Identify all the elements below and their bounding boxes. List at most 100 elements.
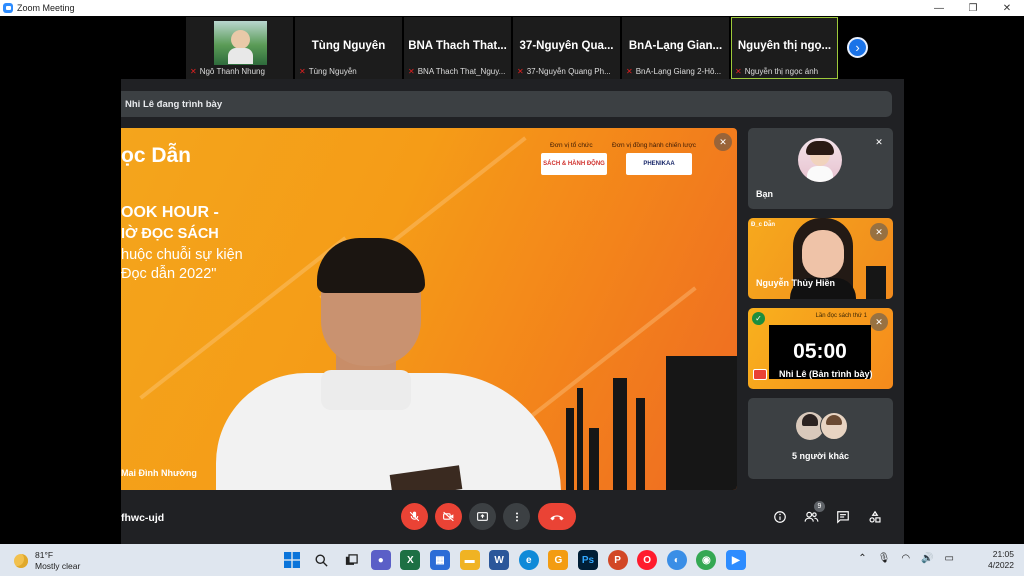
more-icon <box>515 512 518 521</box>
chevron-up-icon[interactable]: ⌃ <box>858 553 866 564</box>
meeting-details-button[interactable] <box>771 508 789 526</box>
organizer-logo: SÁCH & HÀNH ĐỘNG <box>541 153 607 175</box>
moon-icon <box>14 554 28 568</box>
slide-title: ọc Dẫn <box>121 144 192 167</box>
participant-tile-name: 37-Nguyễn Qua... <box>519 40 614 52</box>
others-tile[interactable]: 5 người khác <box>748 398 893 479</box>
taskbar-clock[interactable]: 21:05 4/2022 <box>988 549 1014 571</box>
organizer-label: Đơn vị tổ chức <box>550 142 593 149</box>
zoom-window: Zoom Meeting — ❐ ✕ ✕ Ngô Thanh Nhung Tùng… <box>0 0 1024 576</box>
activities-button[interactable] <box>866 508 884 526</box>
edge-icon[interactable]: e <box>518 550 539 570</box>
chat-icon <box>837 511 849 524</box>
windows-start-icon[interactable] <box>282 550 302 570</box>
participant-footer-name: Tùng Nguyễn <box>308 67 357 76</box>
volume-icon[interactable]: 🔊 <box>921 553 933 564</box>
zoom-app-icon[interactable]: ▶ <box>725 550 746 570</box>
participant-footer-name: BnA-Lạng Giang 2-Hô... <box>635 67 722 76</box>
taskbar-apps: ● X ▦ ▬ W e G Ps P O ◐ ◉ ▶ <box>282 550 756 570</box>
participants-count-badge: 9 <box>814 501 825 512</box>
others-count: 5 người khác <box>792 451 849 461</box>
participant-footer-name: Nguyễn thị ngọc ánh <box>744 67 819 76</box>
participant-thumb[interactable]: BNA Thach That... ✕ BNA Thach That_Nguy..… <box>404 17 511 79</box>
people-icon <box>804 511 818 522</box>
search-icon[interactable] <box>312 550 332 570</box>
partner-logo: PHENIKAA <box>626 153 692 175</box>
participant-tile-name: Tùng Nguyễn <box>311 40 386 52</box>
window-controls: — ❐ ✕ <box>922 0 1024 16</box>
participant-thumb[interactable]: Tùng Nguyễn ✕ Tùng Nguyễn <box>295 17 402 79</box>
powerpoint-icon[interactable]: P <box>607 550 628 570</box>
participant-thumb[interactable]: BnA-Lạng Gian... ✕ BnA-Lạng Giang 2-Hô... <box>622 17 729 79</box>
self-avatar <box>798 138 842 182</box>
participant-footer-name: BNA Thach That_Nguy... <box>417 67 506 76</box>
participant-name: Nguyễn Thủy Hiền <box>756 278 836 288</box>
weather-widget[interactable]: 81°F Mostly clear <box>14 550 80 572</box>
slide-caption: Lần đọc sách thứ 1 <box>815 313 867 319</box>
system-tray: ⌃ 🎙 ◠ 🔊 ▭ <box>847 553 954 564</box>
task-view-icon[interactable] <box>341 550 361 570</box>
close-button[interactable]: ✕ <box>990 0 1024 16</box>
windows-taskbar: 81°F Mostly clear ● X ▦ ▬ W e G Ps P O ◐ <box>0 544 1024 576</box>
photoshop-icon[interactable]: Ps <box>577 550 598 570</box>
info-icon <box>774 511 786 523</box>
mic-muted-icon: ✕ <box>714 133 732 151</box>
microphone-icon[interactable]: 🎙 <box>878 553 891 564</box>
participant-thumb[interactable]: ✕ Ngô Thanh Nhung <box>186 17 293 79</box>
meet-view: Nhi Lê đang trình bày ọc Dẫn OOK HOUR - … <box>121 79 904 544</box>
present-now-button[interactable] <box>469 503 496 530</box>
presentation-icon <box>753 369 767 380</box>
mic-muted-icon: ✕ <box>875 136 883 147</box>
mic-muted-icon: ✕ <box>870 313 888 331</box>
self-tile[interactable]: ✕ Bạn <box>748 128 893 209</box>
slide-line: OOK HOUR - <box>121 204 219 221</box>
battery-icon[interactable]: ▭ <box>945 553 954 564</box>
partner-label: Đơn vị đồng hành chiến lược <box>612 142 697 149</box>
maximize-button[interactable]: ❐ <box>956 0 990 16</box>
presentation-tile[interactable]: ✓ Lần đọc sách thứ 1 ✕ 05:00 Nhi Lê (Bản… <box>748 308 893 389</box>
hangup-icon <box>550 514 564 520</box>
app-orange-icon[interactable]: G <box>548 550 569 570</box>
camera-off-icon <box>443 511 454 522</box>
participant-tile-name: BnA-Lạng Gian... <box>628 40 723 52</box>
excel-icon[interactable]: X <box>400 550 421 570</box>
slide-line: IỜ ĐỌC SÁCH <box>121 226 219 242</box>
next-page-button[interactable]: › <box>847 37 868 58</box>
speaker-name: Mai Đình Nhường <box>121 468 197 478</box>
mic-muted-icon: ✕ <box>517 67 524 76</box>
participant-thumb-active[interactable]: Nguyễn thị ngọ... ✕ Nguyễn thị ngọc ánh <box>731 17 838 79</box>
clock-date: 4/2022 <box>988 560 1014 570</box>
wifi-icon[interactable]: ◠ <box>901 553 910 564</box>
leave-call-button[interactable] <box>538 503 576 530</box>
mic-toggle-button[interactable] <box>401 503 428 530</box>
word-icon[interactable]: W <box>489 550 510 570</box>
participant-strip: ✕ Ngô Thanh Nhung Tùng Nguyễn ✕ Tùng Nguyễ… <box>186 17 840 79</box>
meet-control-bar: fhwc-ujd 9 <box>121 500 904 540</box>
title-bar: Zoom Meeting — ❐ ✕ <box>0 0 1024 16</box>
file-explorer-icon[interactable]: ▬ <box>459 550 480 570</box>
teams-chat-icon[interactable]: ● <box>370 550 391 570</box>
self-name: Bạn <box>756 189 774 199</box>
mic-muted-icon: ✕ <box>870 223 888 241</box>
weather-temperature: 81°F <box>35 550 54 560</box>
main-video-tile[interactable]: ọc Dẫn OOK HOUR - IỜ ĐỌC SÁCH huộc chuỗi… <box>121 128 737 490</box>
slide-line: huộc chuỗi sự kiện <box>121 247 243 263</box>
mic-muted-icon: ✕ <box>626 67 633 76</box>
participant-tile[interactable]: Đ_c Dẫn ✕ Nguyễn Thủy Hiền <box>748 218 893 299</box>
store-icon[interactable]: ▦ <box>429 550 450 570</box>
participant-footer-name: 37-Nguyễn Quang Ph... <box>526 67 611 76</box>
people-button[interactable]: 9 <box>802 501 825 526</box>
more-options-button[interactable] <box>503 503 530 530</box>
chat-button[interactable] <box>834 508 852 526</box>
camera-toggle-button[interactable] <box>435 503 462 530</box>
maps-icon[interactable]: ◐ <box>666 550 687 570</box>
mini-slide-title: Đ_c Dẫn <box>751 222 776 228</box>
participant-thumb[interactable]: 37-Nguyễn Qua... ✕ 37-Nguyễn Quang Ph... <box>513 17 620 79</box>
zoom-logo-icon <box>3 3 13 13</box>
opera-icon[interactable]: O <box>637 550 658 570</box>
minimize-button[interactable]: — <box>922 0 956 16</box>
slide-line: Đọc dẫn 2022" <box>121 266 217 282</box>
participant-tile-name: BNA Thach That... <box>408 40 507 52</box>
chrome-icon[interactable]: ◉ <box>696 550 717 570</box>
participant-tile-name: Nguyễn thị ngọ... <box>737 40 832 52</box>
